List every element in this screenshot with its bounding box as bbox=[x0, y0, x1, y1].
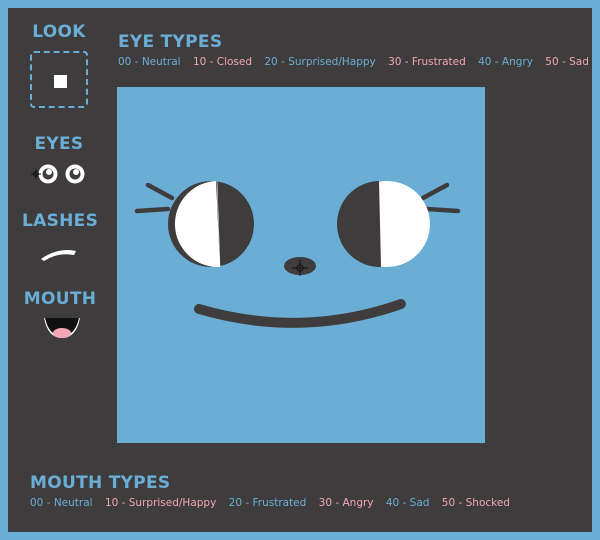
character-face bbox=[134, 180, 461, 328]
mouth-label: MOUTH bbox=[23, 289, 97, 309]
mouth-types-title: MOUTH TYPES bbox=[30, 473, 171, 493]
left-eye bbox=[168, 180, 254, 268]
look-label: LOOK bbox=[32, 22, 86, 42]
mouth-type-item: 40 - Sad bbox=[385, 497, 430, 509]
lashes-icon[interactable] bbox=[38, 242, 82, 264]
right-lashes bbox=[420, 182, 461, 214]
look-swatch-box[interactable] bbox=[30, 51, 88, 108]
mouth-type-item: 20 - Frustrated bbox=[228, 497, 307, 509]
eye-type-item: 10 - Closed bbox=[192, 56, 253, 68]
mouth-types-legend: 00 - Neutral 10 - Surprised/Happy 20 - F… bbox=[30, 497, 519, 509]
mouth-type-item: 10 - Surprised/Happy bbox=[104, 497, 217, 509]
mouth bbox=[194, 299, 406, 328]
eyes-label: EYES bbox=[34, 134, 84, 154]
eye-type-item: 30 - Frustrated bbox=[388, 56, 466, 68]
lashes-label: LASHES bbox=[22, 211, 99, 231]
eyes-icon[interactable] bbox=[30, 162, 90, 188]
right-eye bbox=[336, 181, 430, 268]
character-canvas[interactable] bbox=[117, 87, 485, 443]
nose bbox=[284, 257, 316, 276]
left-lashes bbox=[134, 182, 175, 214]
mouth-icon[interactable] bbox=[42, 316, 82, 340]
eye-types-legend: 00 - Neutral 10 - Closed 20 - Surprised/… bbox=[118, 56, 598, 68]
mouth-type-item: 30 - Angry bbox=[318, 497, 374, 509]
mouth-type-item: 50 - Shocked bbox=[441, 497, 510, 509]
eye-type-item: 50 - Sad bbox=[545, 56, 589, 68]
eye-type-item: 20 - Surprised/Happy bbox=[264, 56, 376, 68]
eye-types-title: EYE TYPES bbox=[118, 32, 223, 52]
mouth-type-item: 00 - Neutral bbox=[30, 497, 93, 509]
editor-panel: LOOK EYES LASHES MOUTH EYE TYPES 00 - Ne… bbox=[8, 8, 592, 532]
eye-type-item: 00 - Neutral bbox=[118, 56, 181, 68]
eye-type-item: 40 - Angry bbox=[478, 56, 533, 68]
look-swatch bbox=[54, 75, 67, 88]
